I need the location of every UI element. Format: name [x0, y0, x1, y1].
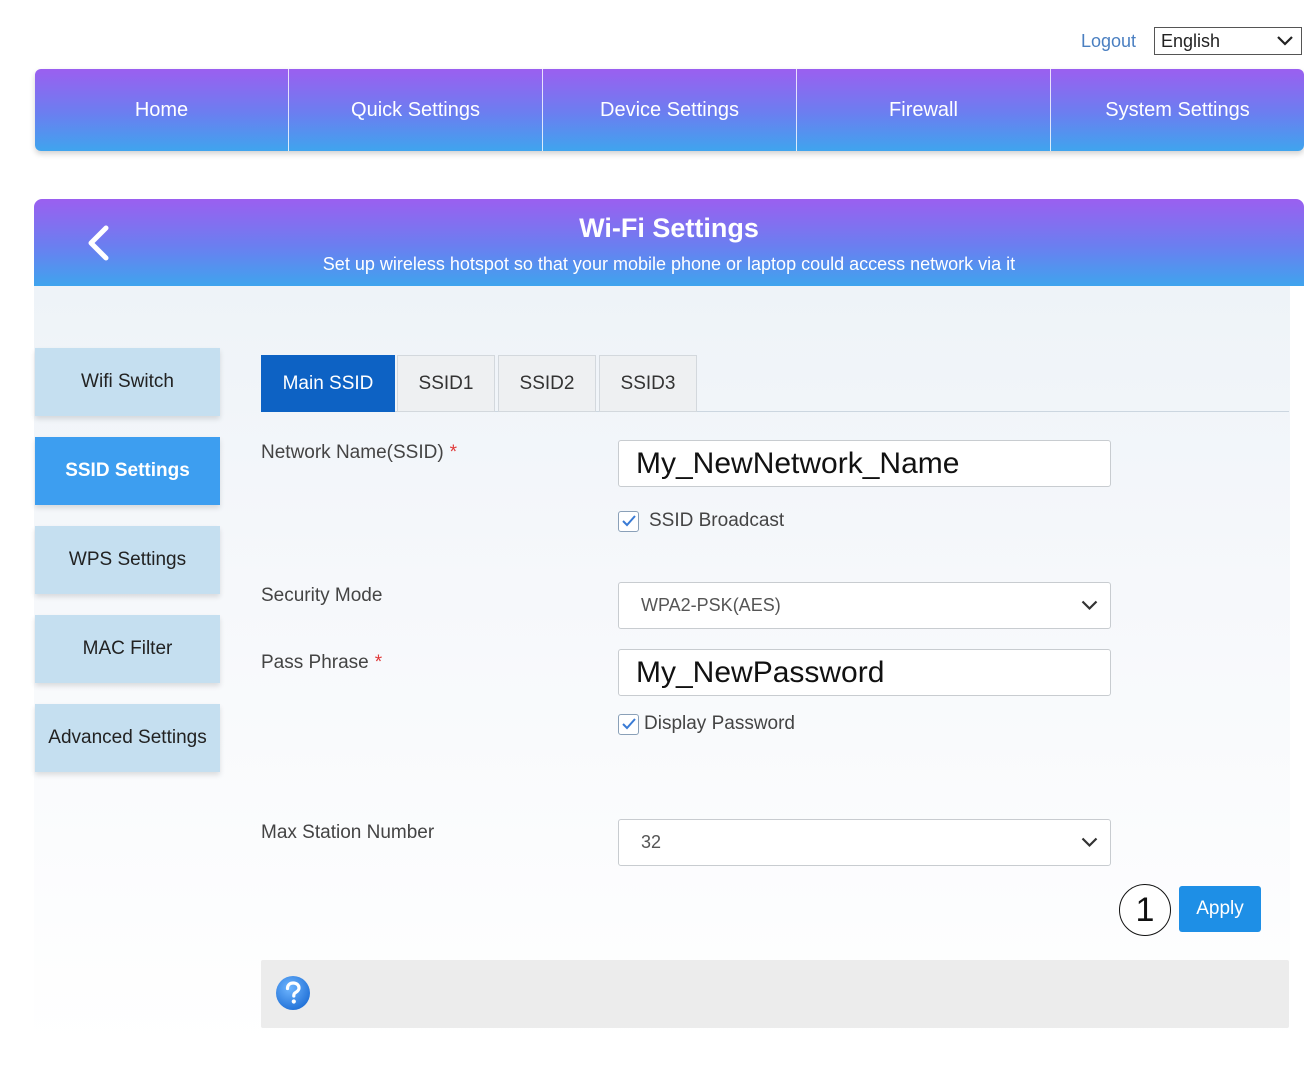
display-password-checkbox[interactable]	[618, 713, 639, 735]
network-name-label-text: Network Name(SSID)	[261, 442, 444, 463]
ssid-broadcast-checkbox[interactable]	[618, 510, 639, 532]
network-name-input[interactable]: My_NewNetwork_Name	[618, 440, 1111, 487]
tab-main-ssid[interactable]: Main SSID	[261, 355, 395, 412]
security-mode-label: Security Mode	[261, 585, 383, 606]
sidebar-item-advanced-settings[interactable]: Advanced Settings	[35, 704, 220, 772]
nav-firewall[interactable]: Firewall	[797, 69, 1051, 151]
max-station-select[interactable]: 32	[618, 819, 1111, 866]
page-banner: Wi-Fi Settings Set up wireless hotspot s…	[34, 199, 1304, 286]
content-area: Wifi Switch SSID Settings WPS Settings M…	[34, 286, 1290, 1046]
required-mark: *	[374, 652, 383, 673]
pass-phrase-label: Pass Phrase *	[261, 652, 382, 674]
nav-system-settings[interactable]: System Settings	[1051, 69, 1304, 151]
page-title: Wi-Fi Settings	[579, 213, 759, 243]
nav-home[interactable]: Home	[35, 69, 289, 151]
apply-button[interactable]: Apply	[1179, 886, 1261, 932]
chevron-down-icon	[1277, 36, 1293, 46]
logout-link[interactable]: Logout	[1081, 31, 1136, 52]
display-password-row: Display Password	[618, 713, 795, 735]
step-marker: 1	[1119, 884, 1171, 936]
nav-quick-settings[interactable]: Quick Settings	[289, 69, 543, 151]
nav-device-settings[interactable]: Device Settings	[543, 69, 797, 151]
pass-phrase-label-text: Pass Phrase	[261, 652, 369, 673]
max-station-label: Max Station Number	[261, 822, 435, 843]
tab-ssid1[interactable]: SSID1	[397, 355, 495, 412]
pass-phrase-input[interactable]: My_NewPassword	[618, 649, 1111, 696]
required-mark: *	[449, 442, 458, 463]
sidebar-item-wifi-switch[interactable]: Wifi Switch	[35, 348, 220, 416]
sidebar-item-wps-settings[interactable]: WPS Settings	[35, 526, 220, 594]
question-circle-icon[interactable]	[275, 975, 311, 1011]
sidebar-item-mac-filter[interactable]: MAC Filter	[35, 615, 220, 683]
checkmark-icon	[621, 515, 636, 527]
chevron-down-icon	[1081, 600, 1098, 611]
checkmark-icon	[621, 718, 636, 730]
help-bar	[261, 960, 1289, 1028]
chevron-down-icon	[1081, 837, 1098, 848]
security-mode-value: WPA2-PSK(AES)	[641, 595, 781, 615]
network-name-label: Network Name(SSID) *	[261, 442, 457, 464]
ssid-broadcast-row: SSID Broadcast	[618, 510, 784, 532]
tab-ssid3[interactable]: SSID3	[599, 355, 697, 412]
ssid-broadcast-label: SSID Broadcast	[649, 510, 785, 531]
security-mode-select[interactable]: WPA2-PSK(AES)	[618, 582, 1111, 629]
top-bar: Logout English	[1081, 27, 1302, 55]
language-select[interactable]: English	[1154, 27, 1302, 55]
display-password-label: Display Password	[644, 713, 795, 734]
language-value: English	[1161, 30, 1221, 51]
ssid-tabs: Main SSID SSID1 SSID2 SSID3	[261, 355, 1289, 412]
max-station-value: 32	[641, 832, 662, 852]
page-subtitle: Set up wireless hotspot so that your mob…	[322, 254, 1016, 274]
main-nav: Home Quick Settings Device Settings Fire…	[35, 69, 1304, 151]
sidebar-item-ssid-settings[interactable]: SSID Settings	[35, 437, 220, 505]
tab-ssid2[interactable]: SSID2	[498, 355, 596, 412]
